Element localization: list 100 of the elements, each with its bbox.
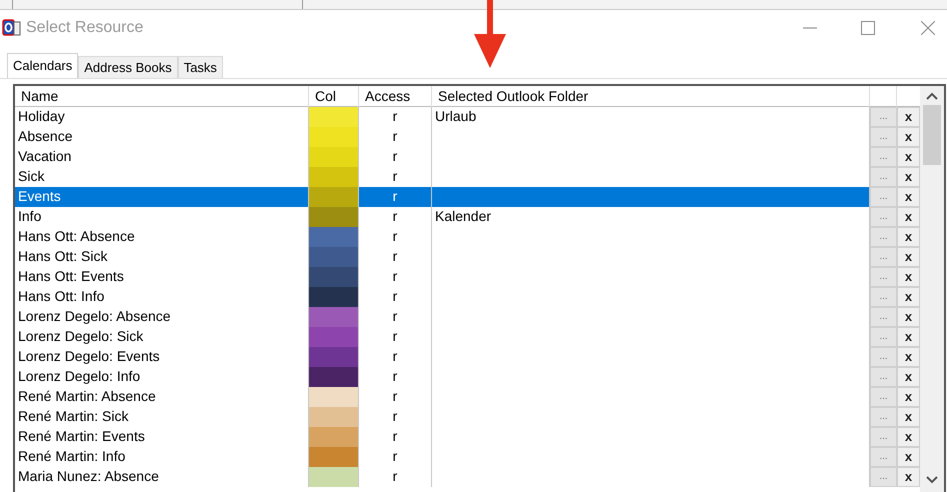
maximize-icon[interactable] xyxy=(861,20,875,34)
table-cell: Maria Nunez: Absence xyxy=(15,467,309,487)
table-row[interactable]: Lorenz Degelo: Info r ... x xyxy=(15,367,920,387)
table-cell: r xyxy=(359,127,432,147)
remove-button[interactable]: x xyxy=(897,227,920,247)
remove-button[interactable]: x xyxy=(897,447,920,467)
browse-button[interactable]: ... xyxy=(870,407,897,427)
remove-button[interactable]: x xyxy=(897,187,920,207)
table-row[interactable]: Hans Ott: Absence r ... x xyxy=(15,227,920,247)
table-cell: r xyxy=(359,247,432,267)
browse-button[interactable]: ... xyxy=(870,187,897,207)
browse-button[interactable]: ... xyxy=(870,427,897,447)
remove-button[interactable]: x xyxy=(897,267,920,287)
table-row[interactable]: Sick r ... x xyxy=(15,167,920,187)
table-cell: r xyxy=(359,447,432,467)
browse-button[interactable]: ... xyxy=(870,307,897,327)
browse-button[interactable]: ... xyxy=(870,367,897,387)
remove-button[interactable]: x xyxy=(897,467,920,487)
scrollbar[interactable] xyxy=(920,86,944,492)
browse-button[interactable]: ... xyxy=(870,227,897,247)
table-cell: r xyxy=(359,187,432,207)
table-row[interactable]: Info r Kalender ... x xyxy=(15,207,920,227)
browse-button[interactable]: ... xyxy=(870,247,897,267)
table-row[interactable]: Lorenz Degelo: Sick r ... x xyxy=(15,327,920,347)
scroll-up-icon[interactable] xyxy=(926,92,938,100)
table-row[interactable]: Absence r ... x xyxy=(15,127,920,147)
table-cell: Sick xyxy=(15,167,309,187)
remove-button[interactable]: x xyxy=(897,127,920,147)
table-row[interactable]: René Martin: Events r ... x xyxy=(15,427,920,447)
remove-button[interactable]: x xyxy=(897,427,920,447)
remove-button[interactable]: x xyxy=(897,367,920,387)
table-cell: Vacation xyxy=(15,147,309,167)
table-cell: r xyxy=(359,307,432,327)
table-cell: René Martin: Info xyxy=(15,447,309,467)
table-row[interactable]: Lorenz Degelo: Absence r ... x xyxy=(15,307,920,327)
table-cell: Lorenz Degelo: Sick xyxy=(15,327,309,347)
table-cell-text: Urlaub xyxy=(434,107,476,126)
table-cell: r xyxy=(359,107,432,127)
table-cell: Hans Ott: Events xyxy=(15,267,309,287)
remove-button[interactable]: x xyxy=(897,347,920,367)
remove-button[interactable]: x xyxy=(897,167,920,187)
table-cell: Holiday xyxy=(15,107,309,127)
table-cell: r xyxy=(359,227,432,247)
browse-button[interactable]: ... xyxy=(870,387,897,407)
table-cell: r xyxy=(359,387,432,407)
browse-button[interactable]: ... xyxy=(870,167,897,187)
scrollbar-thumb[interactable] xyxy=(923,105,941,165)
tab[interactable]: Calendars xyxy=(7,53,78,78)
table-row[interactable]: Maria Nunez: Absence r ... x xyxy=(15,467,920,487)
browse-button[interactable]: ... xyxy=(870,327,897,347)
table-row[interactable]: Hans Ott: Events r ... x xyxy=(15,267,920,287)
browse-button[interactable]: ... xyxy=(870,207,897,227)
table-row[interactable]: Hans Ott: Info r ... x xyxy=(15,287,920,307)
table-row[interactable]: Hans Ott: Sick r ... x xyxy=(15,247,920,267)
remove-button[interactable]: x xyxy=(897,407,920,427)
table-row[interactable]: René Martin: Absence r ... x xyxy=(15,387,920,407)
table-cell: Info xyxy=(15,207,309,227)
tab[interactable]: Tasks xyxy=(178,56,223,78)
browse-button[interactable]: ... xyxy=(870,347,897,367)
remove-button[interactable]: x xyxy=(897,327,920,347)
table-cell: Events xyxy=(15,187,309,207)
table-cell: Hans Ott: Absence xyxy=(15,227,309,247)
remove-button[interactable]: x xyxy=(897,307,920,327)
remove-button[interactable]: x xyxy=(897,287,920,307)
table-cell: René Martin: Events xyxy=(15,427,309,447)
table-row[interactable]: René Martin: Info r ... x xyxy=(15,447,920,467)
remove-button[interactable]: x xyxy=(897,247,920,267)
table-row[interactable]: René Martin: Sick r ... x xyxy=(15,407,920,427)
table-cell: Hans Ott: Sick xyxy=(15,247,309,267)
browse-button[interactable]: ... xyxy=(870,147,897,167)
table-cell: Lorenz Degelo: Info xyxy=(15,367,309,387)
table-cell: Absence xyxy=(15,127,309,147)
remove-button[interactable]: x xyxy=(897,107,920,127)
table-cell: r xyxy=(359,267,432,287)
browse-button[interactable]: ... xyxy=(870,447,897,467)
browse-button[interactable]: ... xyxy=(870,127,897,147)
browse-button[interactable]: ... xyxy=(870,287,897,307)
remove-button[interactable]: x xyxy=(897,147,920,167)
table-cell-text: Kalender xyxy=(434,207,492,226)
remove-button[interactable]: x xyxy=(897,387,920,407)
table-cell: r xyxy=(359,207,432,227)
table-row[interactable]: Holiday r Urlaub ... x xyxy=(15,107,920,127)
table-cell: r xyxy=(359,327,432,347)
table-cell: r xyxy=(359,147,432,167)
table-cell: r xyxy=(359,287,432,307)
browse-button[interactable]: ... xyxy=(870,107,897,127)
table-cell: r xyxy=(359,467,432,487)
table-row[interactable]: Vacation r ... x xyxy=(15,147,920,167)
browse-button[interactable]: ... xyxy=(870,267,897,287)
table-cell: Lorenz Degelo: Absence xyxy=(15,307,309,327)
table-row[interactable]: Lorenz Degelo: Events r ... x xyxy=(15,347,920,367)
table-cell: René Martin: Sick xyxy=(15,407,309,427)
annotation-arrow xyxy=(473,0,507,68)
close-icon[interactable] xyxy=(921,20,935,34)
table-row[interactable]: Events r ... x xyxy=(15,187,920,207)
remove-button[interactable]: x xyxy=(897,207,920,227)
table-cell: r xyxy=(359,407,432,427)
browse-button[interactable]: ... xyxy=(870,467,897,487)
scroll-down-icon[interactable] xyxy=(926,476,938,484)
tab[interactable]: Address Books xyxy=(78,56,178,78)
